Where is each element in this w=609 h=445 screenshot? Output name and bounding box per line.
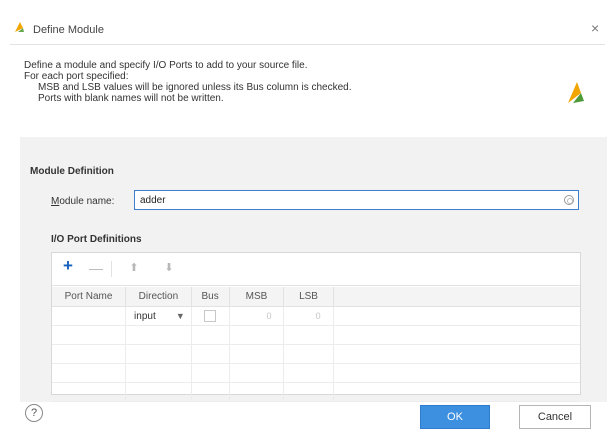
lsb-cell[interactable]: 0 [283, 306, 334, 326]
empty-cell [229, 325, 285, 345]
filler-cell [333, 306, 580, 326]
empty-cell [52, 382, 127, 402]
empty-cell [52, 325, 127, 345]
empty-cell [125, 344, 192, 364]
empty-cell [125, 382, 192, 402]
column-header-port-name[interactable]: Port Name [52, 287, 127, 307]
toolbar-divider [111, 261, 112, 277]
move-down-button[interactable]: ⬇ [161, 260, 177, 276]
intro-text: Define a module and specify I/O Ports to… [24, 60, 352, 104]
remove-port-button[interactable]: — [88, 260, 104, 276]
intro-line: For each port specified: [24, 71, 129, 82]
vivado-brand-icon [568, 82, 584, 103]
move-up-button[interactable]: ⬆ [126, 260, 142, 276]
column-header-filler [333, 287, 580, 307]
empty-cell [125, 363, 192, 383]
title-bar: Define Module × [0, 0, 609, 44]
clear-icon[interactable] [564, 195, 574, 205]
bus-checkbox[interactable] [204, 310, 217, 322]
port-name-cell[interactable] [52, 306, 127, 326]
io-port-table-container: + — ⬆ ⬇ Port Name Direction Bus MSB LSB … [51, 252, 581, 402]
direction-value: input [134, 310, 156, 322]
table-row [52, 325, 580, 345]
io-port-definitions-title: I/O Port Definitions [51, 234, 142, 245]
empty-cell [191, 325, 230, 345]
help-button[interactable]: ? [25, 404, 43, 422]
module-name-label: Module name: [51, 196, 115, 207]
io-port-table: Port Name Direction Bus MSB LSB input ▼ … [52, 287, 580, 402]
empty-cell [191, 382, 230, 402]
empty-cell [333, 344, 580, 364]
chevron-down-icon: ▼ [175, 311, 185, 321]
ok-button[interactable]: OK [420, 405, 490, 429]
empty-cell [229, 363, 285, 383]
table-row [52, 344, 580, 364]
empty-cell [229, 382, 285, 402]
header-divider [10, 44, 605, 45]
intro-line: Define a module and specify I/O Ports to… [24, 60, 308, 71]
empty-cell [333, 382, 580, 402]
table-row [52, 363, 580, 383]
empty-cell [333, 325, 580, 345]
empty-cell [125, 325, 192, 345]
empty-cell [229, 344, 285, 364]
table-row: input ▼ 0 0 [52, 306, 580, 326]
direction-cell[interactable]: input ▼ [125, 306, 192, 326]
window-title: Define Module [33, 24, 104, 36]
intro-line: MSB and LSB values will be ignored unles… [38, 82, 352, 93]
direction-select[interactable]: input ▼ [126, 311, 191, 322]
empty-cell [283, 344, 334, 364]
msb-cell[interactable]: 0 [229, 306, 285, 326]
module-name-input[interactable] [134, 190, 579, 210]
empty-cell [283, 382, 334, 402]
empty-cell [283, 363, 334, 383]
cancel-button[interactable]: Cancel [519, 405, 591, 429]
empty-cell [191, 363, 230, 383]
column-header-msb[interactable]: MSB [229, 287, 285, 307]
table-header-row: Port Name Direction Bus MSB LSB [52, 287, 580, 307]
port-toolbar: + — ⬆ ⬇ [52, 253, 580, 286]
bus-cell [191, 306, 230, 326]
add-port-button[interactable]: + [60, 257, 76, 274]
empty-cell [333, 363, 580, 383]
empty-cell [52, 344, 127, 364]
empty-cell [283, 325, 334, 345]
column-header-direction[interactable]: Direction [125, 287, 192, 307]
column-header-lsb[interactable]: LSB [283, 287, 334, 307]
intro-line: Ports with blank names will not be writt… [38, 93, 224, 104]
close-icon[interactable]: × [591, 20, 599, 36]
module-definition-title: Module Definition [30, 166, 114, 177]
empty-cell [52, 363, 127, 383]
vivado-logo-icon [15, 22, 24, 32]
column-header-bus[interactable]: Bus [191, 287, 230, 307]
empty-cell [191, 344, 230, 364]
table-row [52, 382, 580, 402]
